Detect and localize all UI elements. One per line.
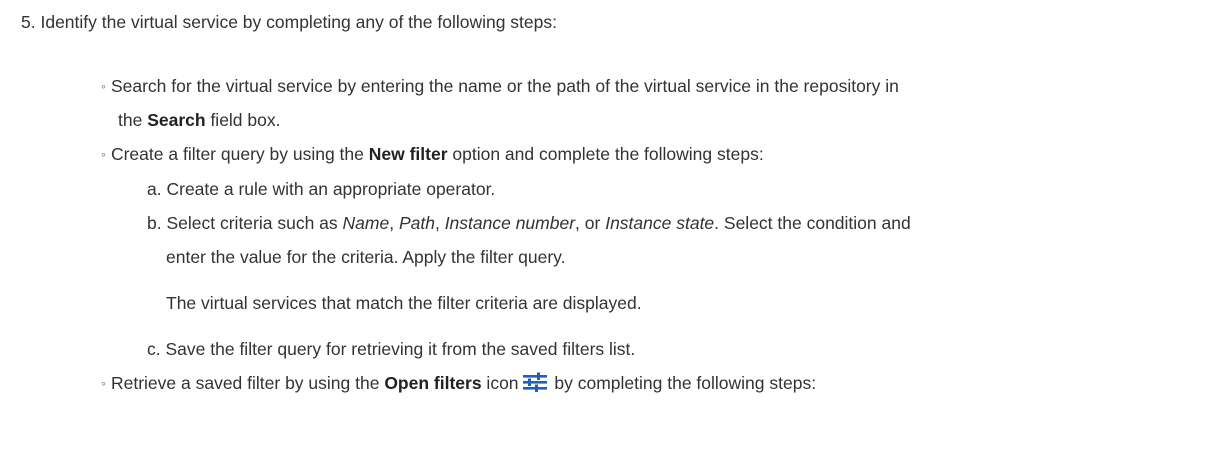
step-text: Identify the virtual service by completi… xyxy=(40,12,557,32)
bullet-search: ◦ Search for the virtual service by enter… xyxy=(101,75,899,98)
open-filters-term: Open filters xyxy=(384,373,482,393)
criteria-instance-state: Instance state xyxy=(605,213,715,233)
bullet-search-line1: Search for the virtual service by enteri… xyxy=(110,76,899,96)
substep-marker: c. xyxy=(147,339,161,359)
substep-marker: a. xyxy=(147,179,162,199)
criteria-path: Path xyxy=(398,213,435,233)
substep-b-line2: enter the value for the criteria. Apply … xyxy=(166,247,566,267)
document-page: 5. Identify the virtual service by compl… xyxy=(0,0,1212,463)
bullet-search-line2: the Search field box. xyxy=(118,110,281,130)
step-5: 5. Identify the virtual service by compl… xyxy=(21,11,557,33)
criteria-name: Name xyxy=(342,213,390,233)
substep-b-result: The virtual services that match the filt… xyxy=(166,293,642,313)
open-filters-icon xyxy=(522,372,548,397)
substep-a: a. Create a rule with an appropriate ope… xyxy=(147,179,496,199)
step-number: 5. xyxy=(21,12,36,32)
bullet-retrieve: ◦ Retrieve a saved filter by using the Op… xyxy=(101,372,816,397)
new-filter-term: New filter xyxy=(368,144,448,164)
substep-marker: b. xyxy=(147,213,162,233)
criteria-instance-number: Instance number xyxy=(444,213,576,233)
bullet-marker: ◦ xyxy=(101,78,106,94)
bullet-marker: ◦ xyxy=(101,146,106,162)
bullet-marker: ◦ xyxy=(101,375,106,391)
search-term: Search xyxy=(147,110,206,130)
substep-b: b. Select criteria such as Name, Path, I… xyxy=(147,213,911,233)
bullet-filter: ◦ Create a filter query by using the New … xyxy=(101,144,764,164)
substep-c: c. Save the filter query for retrieving … xyxy=(147,339,636,359)
